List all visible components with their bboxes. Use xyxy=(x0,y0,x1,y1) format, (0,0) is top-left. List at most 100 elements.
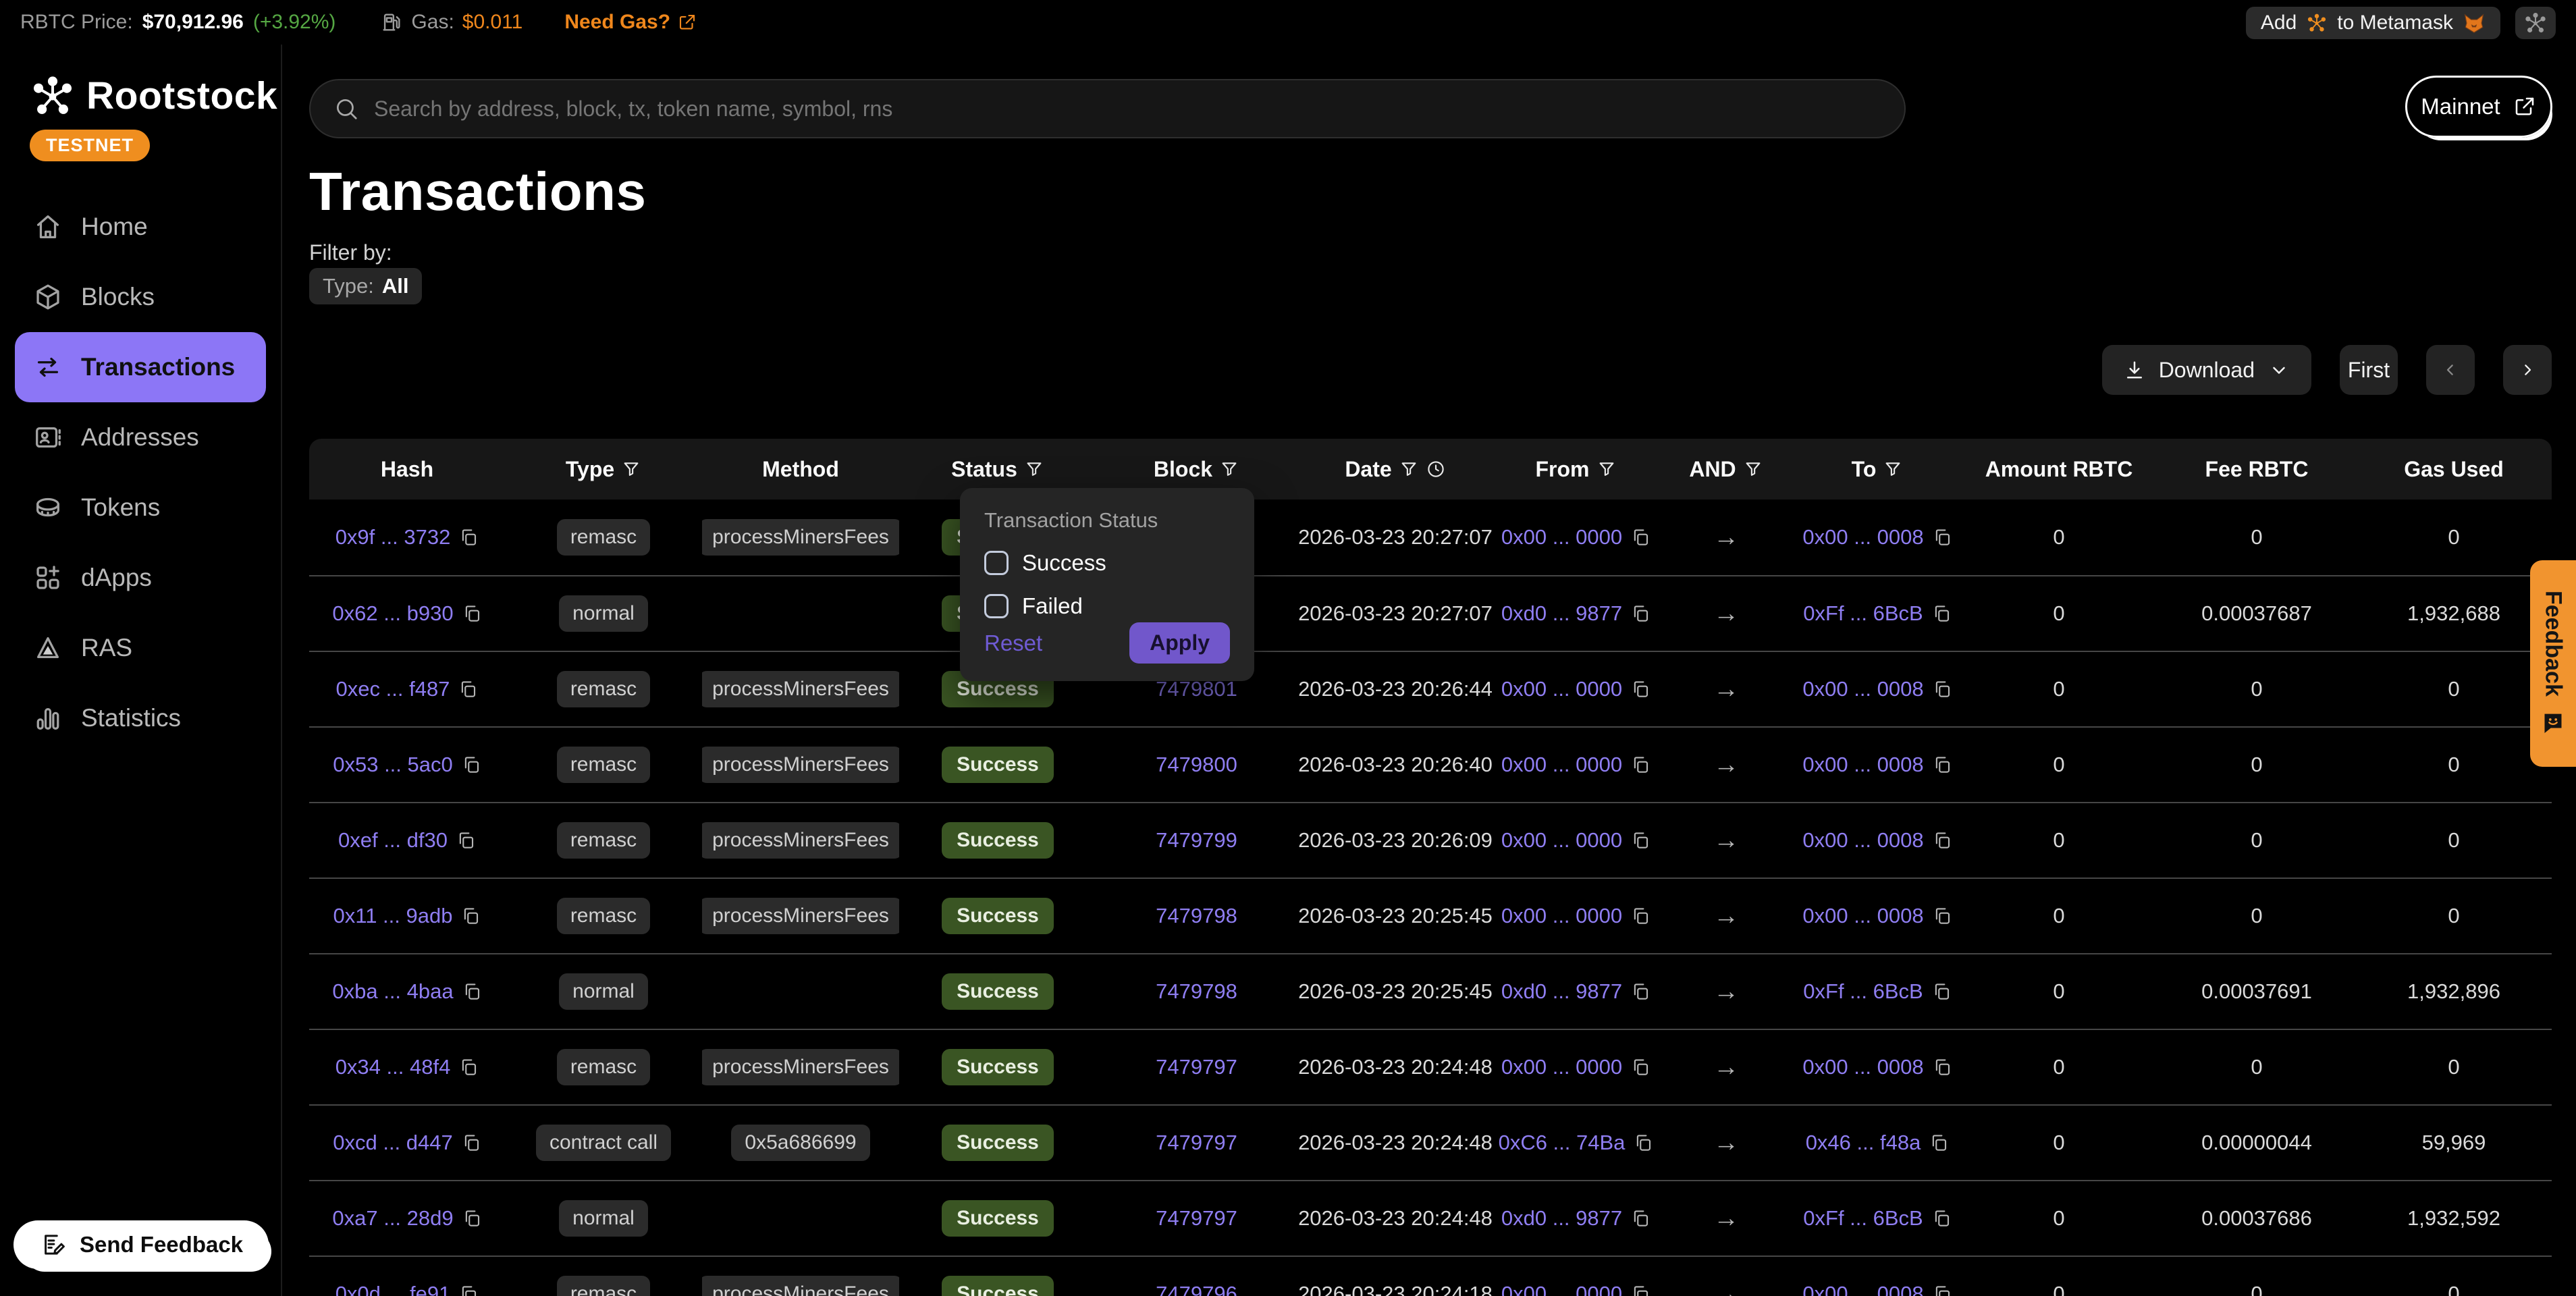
sidebar-item-tokens[interactable]: Tokens xyxy=(15,473,266,543)
copy-icon[interactable] xyxy=(458,527,479,547)
hash-link[interactable]: 0xcd ... d447 xyxy=(333,1131,453,1155)
from-link[interactable]: 0xd0 ... 9877 xyxy=(1501,1206,1622,1231)
copy-icon[interactable] xyxy=(458,1284,479,1296)
sidebar-item-home[interactable]: Home xyxy=(15,192,266,262)
brand[interactable]: Rootstock xyxy=(0,45,281,119)
copy-icon[interactable] xyxy=(461,755,481,775)
from-link[interactable]: 0xd0 ... 9877 xyxy=(1501,979,1622,1004)
hash-link[interactable]: 0x62 ... b930 xyxy=(332,601,453,626)
send-feedback-button[interactable]: Send Feedback xyxy=(14,1220,269,1269)
apply-button[interactable]: Apply xyxy=(1129,622,1230,664)
filter-funnel-icon[interactable] xyxy=(1883,459,1903,479)
reset-button[interactable]: Reset xyxy=(984,630,1042,656)
rootstock-collective-button[interactable] xyxy=(2515,7,2556,39)
to-link[interactable]: 0x00 ... 0008 xyxy=(1802,525,1923,549)
copy-icon[interactable] xyxy=(462,603,482,624)
copy-icon[interactable] xyxy=(1630,603,1651,624)
copy-icon[interactable] xyxy=(1630,527,1651,547)
to-link[interactable]: 0x46 ... f48a xyxy=(1806,1131,1921,1155)
filter-funnel-icon[interactable] xyxy=(1596,459,1617,479)
hash-link[interactable]: 0x9f ... 3732 xyxy=(336,525,451,549)
copy-icon[interactable] xyxy=(1932,755,1952,775)
previous-page-button[interactable] xyxy=(2426,345,2475,395)
hash-link[interactable]: 0xef ... df30 xyxy=(338,828,448,853)
copy-icon[interactable] xyxy=(1630,755,1651,775)
from-link[interactable]: 0xd0 ... 9877 xyxy=(1501,601,1622,626)
type-filter-chip[interactable]: Type: All xyxy=(309,268,422,304)
copy-icon[interactable] xyxy=(1630,830,1651,850)
sidebar-item-dapps[interactable]: dApps xyxy=(15,543,266,613)
to-link[interactable]: 0x00 ... 0008 xyxy=(1802,1282,1923,1296)
hash-link[interactable]: 0x11 ... 9adb xyxy=(333,904,453,928)
first-page-button[interactable]: First xyxy=(2340,345,2398,395)
from-link[interactable]: 0x00 ... 0000 xyxy=(1501,904,1622,928)
copy-icon[interactable] xyxy=(1932,527,1952,547)
copy-icon[interactable] xyxy=(1630,1057,1651,1077)
block-link[interactable]: 7479799 xyxy=(1156,828,1237,853)
to-link[interactable]: 0xFf ... 6BcB xyxy=(1803,979,1923,1004)
next-page-button[interactable] xyxy=(2503,345,2552,395)
copy-icon[interactable] xyxy=(1932,679,1952,699)
sidebar-item-statistics[interactable]: Statistics xyxy=(15,683,266,753)
filter-funnel-icon[interactable] xyxy=(1743,459,1763,479)
copy-icon[interactable] xyxy=(458,1057,479,1077)
search-input[interactable] xyxy=(374,97,1881,122)
checkbox-success[interactable]: Success xyxy=(984,550,1230,576)
copy-icon[interactable] xyxy=(460,906,481,926)
copy-icon[interactable] xyxy=(1932,1057,1952,1077)
from-link[interactable]: 0x00 ... 0000 xyxy=(1501,525,1622,549)
copy-icon[interactable] xyxy=(1932,906,1952,926)
hash-link[interactable]: 0xec ... f487 xyxy=(336,677,450,701)
copy-icon[interactable] xyxy=(1633,1133,1653,1153)
filter-funnel-icon[interactable] xyxy=(1399,459,1419,479)
from-link[interactable]: 0x00 ... 0000 xyxy=(1501,677,1622,701)
block-link[interactable]: 7479798 xyxy=(1156,979,1237,1004)
from-link[interactable]: 0x00 ... 0000 xyxy=(1501,1282,1622,1296)
sidebar-item-blocks[interactable]: Blocks xyxy=(15,262,266,332)
from-link[interactable]: 0x00 ... 0000 xyxy=(1501,1055,1622,1079)
copy-icon[interactable] xyxy=(462,981,482,1002)
to-link[interactable]: 0x00 ... 0008 xyxy=(1802,828,1923,853)
copy-icon[interactable] xyxy=(1932,830,1952,850)
block-link[interactable]: 7479797 xyxy=(1156,1206,1237,1231)
feedback-tab[interactable]: Feedback xyxy=(2530,560,2576,767)
to-link[interactable]: 0x00 ... 0008 xyxy=(1802,677,1923,701)
from-link[interactable]: 0x00 ... 0000 xyxy=(1501,753,1622,777)
copy-icon[interactable] xyxy=(462,1208,482,1228)
sidebar-item-ras[interactable]: RAS xyxy=(15,613,266,683)
to-link[interactable]: 0x00 ... 0008 xyxy=(1802,753,1923,777)
copy-icon[interactable] xyxy=(1630,1208,1651,1228)
add-to-metamask-button[interactable]: Add to Metamask xyxy=(2246,7,2500,39)
copy-icon[interactable] xyxy=(1630,1284,1651,1296)
copy-icon[interactable] xyxy=(461,1133,481,1153)
copy-icon[interactable] xyxy=(1630,981,1651,1002)
filter-funnel-icon[interactable] xyxy=(621,459,641,479)
download-button[interactable]: Download xyxy=(2102,345,2311,395)
block-link[interactable]: 7479797 xyxy=(1156,1055,1237,1079)
from-link[interactable]: 0x00 ... 0000 xyxy=(1501,828,1622,853)
block-link[interactable]: 7479796 xyxy=(1156,1282,1237,1296)
from-link[interactable]: 0xC6 ... 74Ba xyxy=(1499,1131,1626,1155)
copy-icon[interactable] xyxy=(1931,1208,1952,1228)
block-link[interactable]: 7479800 xyxy=(1156,753,1237,777)
checkbox-icon[interactable] xyxy=(984,594,1009,618)
hash-link[interactable]: 0x0d ... fe91 xyxy=(336,1282,451,1296)
sidebar-item-transactions[interactable]: Transactions xyxy=(15,332,266,402)
copy-icon[interactable] xyxy=(1630,906,1651,926)
copy-icon[interactable] xyxy=(458,679,478,699)
copy-icon[interactable] xyxy=(456,830,476,850)
network-switch-button[interactable]: Mainnet xyxy=(2405,76,2552,138)
need-gas-link[interactable]: Need Gas? xyxy=(564,11,697,34)
filter-funnel-icon[interactable] xyxy=(1024,459,1044,479)
block-link[interactable]: 7479798 xyxy=(1156,904,1237,928)
clock-icon[interactable] xyxy=(1426,459,1446,479)
sidebar-item-addresses[interactable]: Addresses xyxy=(15,402,266,473)
to-link[interactable]: 0x00 ... 0008 xyxy=(1802,1055,1923,1079)
checkbox-failed[interactable]: Failed xyxy=(984,593,1230,619)
copy-icon[interactable] xyxy=(1932,1284,1952,1296)
hash-link[interactable]: 0x34 ... 48f4 xyxy=(336,1055,451,1079)
filter-funnel-icon[interactable] xyxy=(1219,459,1239,479)
copy-icon[interactable] xyxy=(1931,603,1952,624)
to-link[interactable]: 0xFf ... 6BcB xyxy=(1803,1206,1923,1231)
hash-link[interactable]: 0xba ... 4baa xyxy=(332,979,453,1004)
